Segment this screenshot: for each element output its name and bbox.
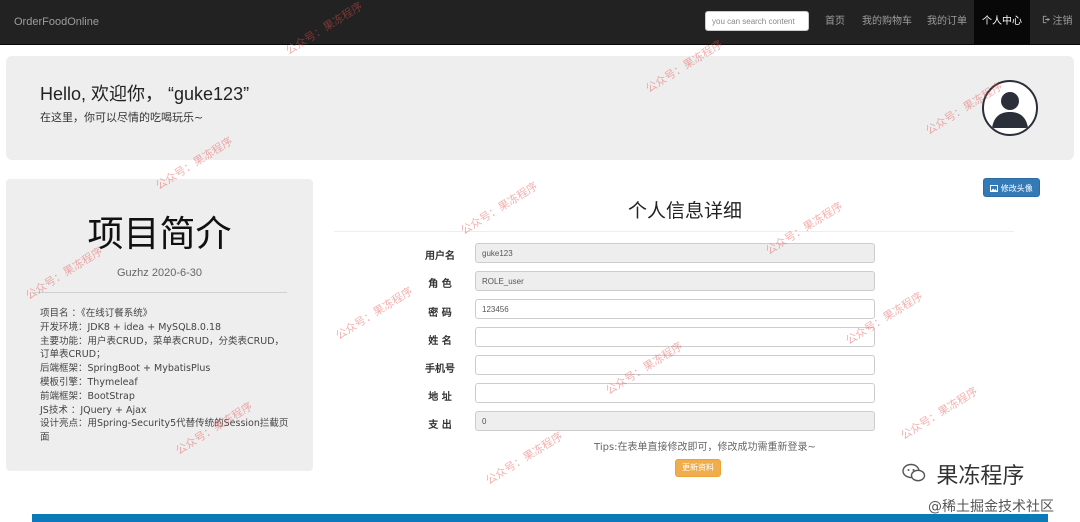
- navbar: OrderFoodOnline 首页 我的购物车 我的订单 个人中心 注销: [0, 0, 1080, 45]
- address-label: 地 址: [428, 392, 452, 403]
- intro-author-date: Guzhz 2020-6-30: [117, 267, 202, 279]
- address-field[interactable]: [475, 383, 875, 403]
- update-profile-button[interactable]: 更新资料: [675, 459, 721, 477]
- wechat-icon: [902, 463, 932, 488]
- user-avatar-icon[interactable]: [982, 80, 1038, 136]
- navbar-brand[interactable]: OrderFoodOnline: [14, 0, 99, 44]
- footer-bar: [32, 514, 1048, 522]
- intro-title: 项目简介: [87, 214, 232, 255]
- nav-profile[interactable]: 个人中心: [974, 0, 1030, 44]
- nav-orders[interactable]: 我的订单: [922, 0, 972, 44]
- intro-line-project-name: 项目名 ：《在线订餐系统》: [40, 308, 153, 319]
- change-avatar-label: 修改头像: [1000, 184, 1033, 193]
- name-field[interactable]: [475, 327, 875, 347]
- change-avatar-button[interactable]: 修改头像: [983, 178, 1040, 197]
- expense-label: 支 出: [428, 420, 452, 431]
- greeting-subtitle: 在这里，你可以尽情的吃喝玩乐~: [40, 111, 204, 124]
- intro-details: 项目名 ：《在线订餐系统》 开发环境：JDK8 + idea + MySQL8.…: [40, 307, 292, 445]
- expense-field[interactable]: [475, 411, 875, 431]
- image-icon: [990, 184, 1001, 193]
- role-label: 角 色: [428, 279, 452, 290]
- name-label: 姓 名: [428, 336, 452, 347]
- intro-line-frontend: 前端框架：BootStrap: [40, 390, 135, 402]
- project-intro-panel: 项目简介 Guzhz 2020-6-30 项目名 ：《在线订餐系统》 开发环境：…: [6, 179, 313, 471]
- watermark-text: 公众号：果冻程序: [898, 384, 981, 443]
- intro-line-highlight: 设计亮点：用Spring-Security5代替传统的Session拦截页面: [40, 418, 289, 444]
- site-watermark: @稀土掘金技术社区: [928, 499, 1054, 515]
- intro-divider: [32, 292, 287, 293]
- sign-out-icon: [1042, 0, 1051, 44]
- role-field[interactable]: [475, 271, 875, 291]
- brand-watermark: 果冻程序: [902, 458, 1024, 490]
- password-label: 密 码: [428, 308, 452, 319]
- profile-divider: [334, 231, 1014, 232]
- watermark-text: 公众号：果冻程序: [458, 179, 541, 238]
- username-label: 用户名: [425, 251, 455, 262]
- nav-home[interactable]: 首页: [818, 0, 852, 44]
- watermark-text: 公众号：果冻程序: [333, 284, 416, 343]
- nav-logout-label: 注销: [1052, 16, 1073, 27]
- intro-line-template: 模板引擎：Thymeleaf: [40, 376, 138, 388]
- nav-logout[interactable]: 注销: [1034, 0, 1080, 44]
- nav-cart[interactable]: 我的购物车: [856, 0, 918, 44]
- phone-label: 手机号: [425, 364, 455, 375]
- welcome-banner: Hello, 欢迎你， “guke123” 在这里，你可以尽情的吃喝玩乐~: [6, 56, 1074, 160]
- phone-field[interactable]: [475, 355, 875, 375]
- intro-line-backend: 后端框架：SpringBoot + MybatisPlus: [40, 363, 211, 375]
- password-field[interactable]: [475, 299, 875, 319]
- profile-title: 个人信息详细: [627, 200, 742, 222]
- intro-line-features: 主要功能：用户表CRUD，菜单表CRUD，分类表CRUD，订单表CRUD；: [40, 335, 285, 361]
- intro-line-js: JS技术 ：JQuery + Ajax: [40, 404, 147, 416]
- intro-line-environment: 开发环境：JDK8 + idea + MySQL8.0.18: [40, 321, 222, 333]
- username-field[interactable]: [475, 243, 875, 263]
- watermark-text: 公众号：果冻程序: [483, 429, 566, 488]
- greeting-heading: Hello, 欢迎你， “guke123”: [40, 84, 250, 104]
- brand-watermark-text: 果冻程序: [936, 464, 1025, 489]
- search-input[interactable]: [705, 11, 809, 31]
- profile-tips: Tips:在表单直接修改即可，修改成功需重新登录~: [594, 442, 816, 453]
